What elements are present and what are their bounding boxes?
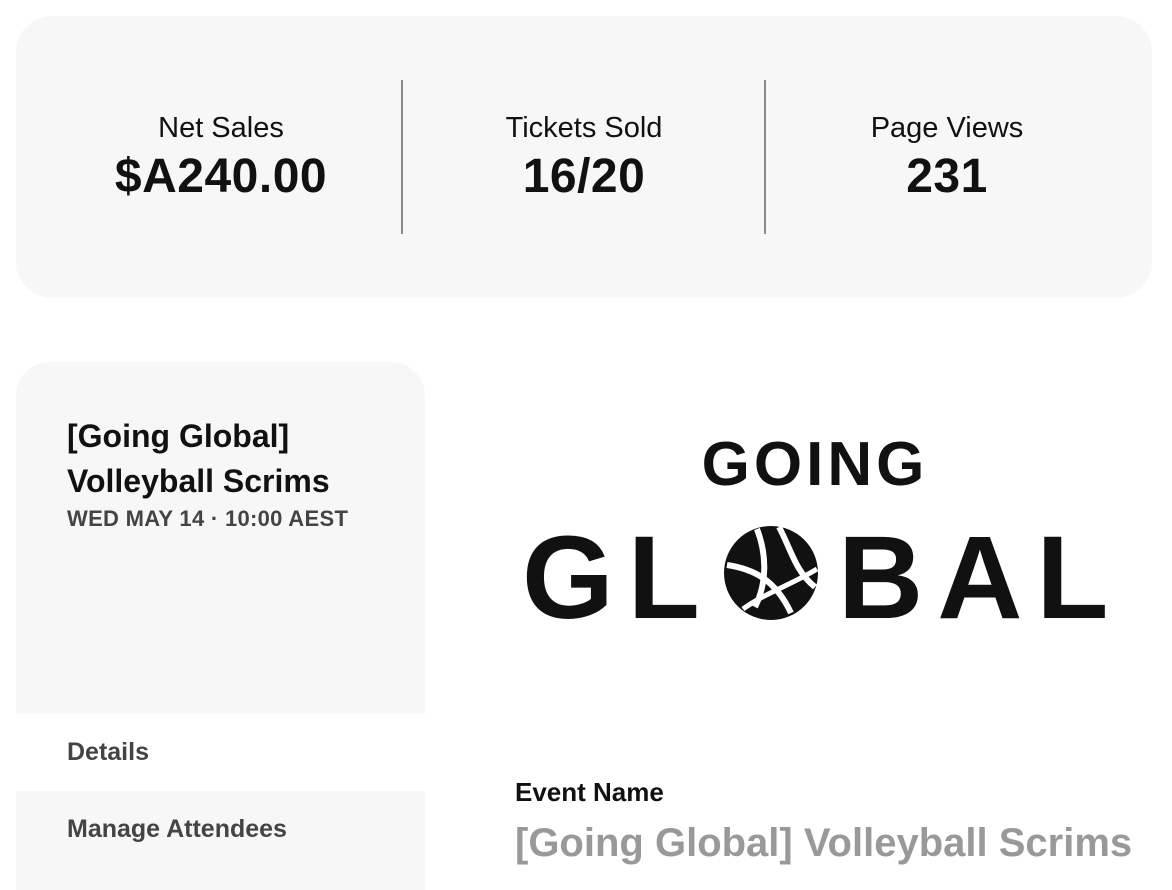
volleyball-icon <box>724 525 819 620</box>
tickets-sold-label: Tickets Sold <box>505 112 663 144</box>
logo-line2: GL <box>522 512 714 630</box>
stats-card: Net Sales $A240.00 Tickets Sold 16/20 Pa… <box>16 16 1152 298</box>
net-sales-stat: Net Sales $A240.00 <box>40 108 402 206</box>
nav-item-label: Manage Attendees <box>67 815 287 843</box>
nav-item-label: Details <box>67 738 149 766</box>
logo-line3: BAL <box>838 512 1110 630</box>
tickets-sold-stat: Tickets Sold 16/20 <box>403 108 765 206</box>
event-logo: GOING GL BAL <box>522 430 1110 630</box>
event-title: [Going Global] Volleyball Scrims <box>67 418 330 499</box>
page-views-stat: Page Views 231 <box>766 108 1128 206</box>
nav-item-details[interactable]: Details <box>16 714 425 792</box>
tickets-sold-value: 16/20 <box>522 150 646 203</box>
event-summary-card: [Going Global] Volleyball Scrims WED MAY… <box>16 362 425 714</box>
event-name-field[interactable]: [Going Global] Volleyball Scrims <box>515 818 1132 868</box>
logo-line1: GOING <box>702 430 929 499</box>
event-date: WED MAY 14 · 10:00 AEST <box>67 506 349 531</box>
net-sales-value: $A240.00 <box>114 150 328 203</box>
event-name-label: Event Name <box>515 777 664 807</box>
nav-item-manage-attendees[interactable]: Manage Attendees <box>16 791 425 890</box>
net-sales-label: Net Sales <box>158 112 284 144</box>
page-views-label: Page Views <box>870 112 1024 144</box>
page-views-value: 231 <box>906 150 988 203</box>
